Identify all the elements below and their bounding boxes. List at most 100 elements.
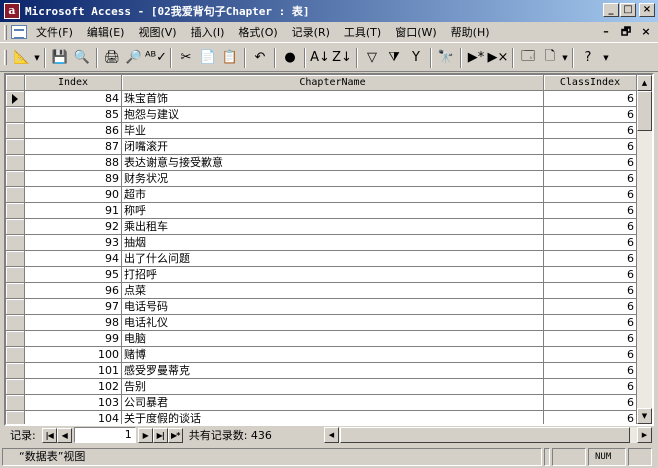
cell-chaptername[interactable]: 财务状况 (122, 171, 544, 187)
scroll-right-icon[interactable]: ▶ (637, 427, 652, 443)
table-row[interactable]: 100 赌博 6 (6, 347, 637, 363)
record-selector[interactable] (6, 219, 25, 235)
new-object-dropdown-arrow-icon[interactable]: ▼ (561, 54, 569, 62)
cell-index[interactable]: 94 (25, 251, 122, 267)
vertical-scrollbar[interactable]: ▲ ▼ (637, 75, 652, 424)
cell-chaptername[interactable]: 称呼 (122, 203, 544, 219)
record-selector[interactable] (6, 395, 25, 411)
next-record-icon[interactable]: ▶ (137, 427, 153, 443)
cell-index[interactable]: 100 (25, 347, 122, 363)
print-icon[interactable]: 🖨 (101, 47, 123, 69)
menu-format[interactable]: 格式(O) (231, 23, 284, 42)
cell-classindex[interactable]: 6 (544, 171, 637, 187)
delete-record-icon[interactable]: ▶× (487, 47, 509, 69)
sort-descending-icon[interactable]: Z↓ (331, 47, 353, 69)
table-row[interactable]: 95 打招呼 6 (6, 267, 637, 283)
cell-classindex[interactable]: 6 (544, 91, 637, 107)
table-row[interactable]: 102 告别 6 (6, 379, 637, 395)
database-window-icon[interactable]: 🗔 (517, 47, 539, 69)
menu-records[interactable]: 记录(R) (285, 23, 337, 42)
cell-classindex[interactable]: 6 (544, 283, 637, 299)
cell-classindex[interactable]: 6 (544, 123, 637, 139)
record-selector[interactable] (6, 347, 25, 363)
apply-filter-icon[interactable]: Y (405, 47, 427, 69)
toolbar-options-icon[interactable]: ▼ (601, 45, 611, 70)
cell-classindex[interactable]: 6 (544, 299, 637, 315)
sort-ascending-icon[interactable]: A↓ (309, 47, 331, 69)
table-row[interactable]: 103 公司暴君 6 (6, 395, 637, 411)
cell-index[interactable]: 96 (25, 283, 122, 299)
current-record-input[interactable]: 1 (73, 427, 136, 443)
table-row[interactable]: 91 称呼 6 (6, 203, 637, 219)
record-selector[interactable] (6, 299, 25, 315)
paste-icon[interactable]: 📋 (219, 47, 241, 69)
minimize-button[interactable]: _ (603, 3, 619, 17)
cell-classindex[interactable]: 6 (544, 251, 637, 267)
cell-classindex[interactable]: 6 (544, 139, 637, 155)
table-row[interactable]: 86 毕业 6 (6, 123, 637, 139)
menu-insert[interactable]: 插入(I) (184, 23, 232, 42)
record-selector[interactable] (6, 203, 25, 219)
record-selector[interactable] (6, 379, 25, 395)
record-selector[interactable] (6, 411, 25, 424)
copy-icon[interactable]: 📄 (197, 47, 219, 69)
table-row[interactable]: 92 乘出租车 6 (6, 219, 637, 235)
column-header-index[interactable]: Index (25, 75, 122, 91)
horizontal-scroll-thumb[interactable] (340, 427, 630, 443)
file-search-icon[interactable]: 🔍 (71, 47, 93, 69)
table-row[interactable]: 104 关于度假的谈话 6 (6, 411, 637, 424)
cell-chaptername[interactable]: 乘出租车 (122, 219, 544, 235)
table-row[interactable]: 87 闭嘴滚开 6 (6, 139, 637, 155)
cell-index[interactable]: 103 (25, 395, 122, 411)
cell-chaptername[interactable]: 公司暴君 (122, 395, 544, 411)
table-row[interactable]: 84 珠宝首饰 6 (6, 91, 637, 107)
doc-restore-button[interactable]: 🗗 (618, 24, 634, 40)
new-record-nav-icon[interactable]: ▶* (167, 427, 183, 443)
cut-icon[interactable]: ✂ (175, 47, 197, 69)
cell-chaptername[interactable]: 点菜 (122, 283, 544, 299)
record-selector[interactable] (6, 171, 25, 187)
scroll-up-icon[interactable]: ▲ (637, 75, 652, 91)
menu-window[interactable]: 窗口(W) (388, 23, 443, 42)
cell-chaptername[interactable]: 关于度假的谈话 (122, 411, 544, 424)
cell-index[interactable]: 95 (25, 267, 122, 283)
column-header-classindex[interactable]: ClassIndex (544, 75, 637, 91)
table-row[interactable]: 90 超市 6 (6, 187, 637, 203)
scroll-left-icon[interactable]: ◀ (324, 427, 339, 443)
record-selector[interactable] (6, 267, 25, 283)
cell-chaptername[interactable]: 抱怨与建议 (122, 107, 544, 123)
cell-index[interactable]: 85 (25, 107, 122, 123)
menu-tools[interactable]: 工具(T) (337, 23, 388, 42)
cell-classindex[interactable]: 6 (544, 331, 637, 347)
cell-index[interactable]: 92 (25, 219, 122, 235)
new-object-icon[interactable]: 🗋 (539, 47, 561, 69)
cell-chaptername[interactable]: 出了什么问题 (122, 251, 544, 267)
cell-classindex[interactable]: 6 (544, 235, 637, 251)
close-button[interactable]: × (639, 3, 655, 17)
filter-by-form-icon[interactable]: ⧩ (383, 47, 405, 69)
cell-classindex[interactable]: 6 (544, 363, 637, 379)
cell-chaptername[interactable]: 毕业 (122, 123, 544, 139)
cell-index[interactable]: 99 (25, 331, 122, 347)
access-app-icon[interactable]: a (4, 3, 20, 19)
cell-classindex[interactable]: 6 (544, 315, 637, 331)
help-icon[interactable]: ? (577, 47, 599, 69)
new-record-icon[interactable]: ▶* (465, 47, 487, 69)
doc-close-button[interactable]: × (638, 24, 654, 40)
table-row[interactable]: 93 抽烟 6 (6, 235, 637, 251)
select-all-corner[interactable] (6, 75, 25, 91)
previous-record-icon[interactable]: ◀ (56, 427, 72, 443)
cell-index[interactable]: 101 (25, 363, 122, 379)
cell-index[interactable]: 87 (25, 139, 122, 155)
record-selector[interactable] (6, 331, 25, 347)
cell-index[interactable]: 86 (25, 123, 122, 139)
record-selector[interactable] (6, 91, 25, 107)
table-row[interactable]: 98 电话礼仪 6 (6, 315, 637, 331)
cell-chaptername[interactable]: 电脑 (122, 331, 544, 347)
cell-chaptername[interactable]: 超市 (122, 187, 544, 203)
undo-icon[interactable]: ↶ (249, 47, 271, 69)
filter-by-selection-icon[interactable]: ▽ (361, 47, 383, 69)
cell-classindex[interactable]: 6 (544, 107, 637, 123)
view-design-icon[interactable]: 📐 (11, 47, 33, 69)
cell-classindex[interactable]: 6 (544, 267, 637, 283)
